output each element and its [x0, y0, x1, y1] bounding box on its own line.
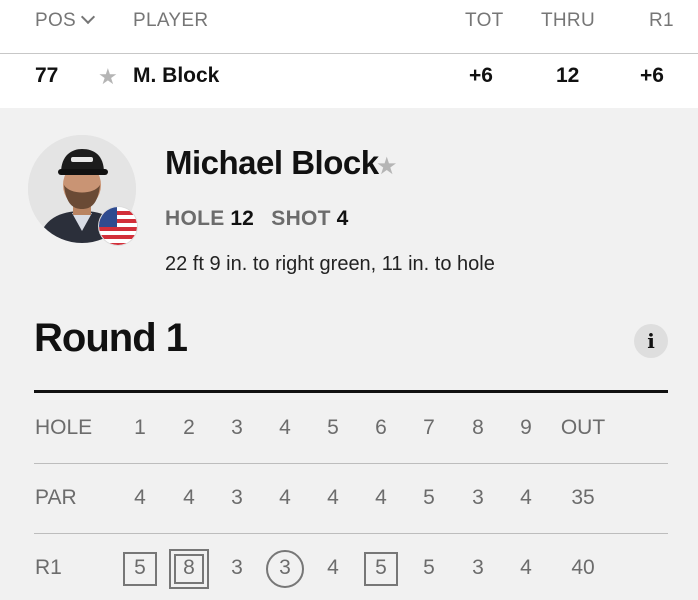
scorecard-cell: 4 [134, 486, 146, 509]
current-hole-shot: HOLE 12 SHOT 4 [165, 207, 348, 231]
scorecard-cell: 8 [472, 416, 484, 439]
scorecard-cell: 3 [231, 486, 243, 509]
pos-column-label: POS [35, 10, 77, 31]
scorecard-cell: 3 [279, 556, 291, 579]
scorecard-cell: OUT [560, 416, 606, 439]
scorecard-row-label: PAR [35, 486, 77, 509]
scorecard-cell: 7 [423, 416, 435, 439]
scorecard-cell: 3 [231, 556, 243, 579]
player-round1: +6 [640, 64, 664, 87]
scorecard-cell: 4 [520, 556, 532, 579]
scorecard-row-label: R1 [35, 556, 62, 579]
scorecard-cell: 5 [327, 416, 339, 439]
scorecard-cell: 5 [134, 556, 146, 579]
scorecard-top-rule [34, 390, 668, 393]
scorecard-cell: 5 [423, 486, 435, 509]
flag-graphic [99, 207, 137, 245]
leaderboard-header: POS PLAYER TOT THRU R1 [0, 0, 698, 54]
player-total: +6 [469, 64, 493, 87]
scorecard-cell: 4 [327, 486, 339, 509]
divider [34, 533, 668, 534]
round-title: Round 1 [34, 316, 188, 360]
scorecard-cell: 4 [375, 486, 387, 509]
scorecard-cell: 4 [279, 416, 291, 439]
thru-column-label: THRU [541, 10, 595, 31]
sort-position-button[interactable]: POS [35, 9, 96, 32]
scorecard-cell: 40 [571, 556, 595, 579]
scorecard-cell: 1 [134, 416, 146, 439]
scorecard-cell: 5 [423, 556, 435, 579]
chevron-down-icon [80, 9, 96, 25]
scorecard-cell: 5 [375, 556, 387, 579]
player-position: 77 [35, 64, 59, 87]
divider [34, 463, 668, 464]
hole-value: 12 [230, 207, 254, 230]
scorecard-cell: 8 [183, 556, 195, 579]
scorecard-cell: 2 [183, 416, 195, 439]
scorecard-cell: 35 [571, 486, 595, 509]
scorecard-cell: 3 [472, 486, 484, 509]
scorecard-cell: 4 [520, 486, 532, 509]
shot-value: 4 [336, 207, 349, 230]
player-thru: 12 [556, 64, 580, 87]
scorecard-cell: 3 [472, 556, 484, 579]
favorite-star-icon[interactable]: ★ [98, 64, 118, 90]
shot-label: SHOT [271, 207, 331, 230]
usa-flag-icon [99, 207, 137, 245]
r1-column-label: R1 [649, 10, 674, 31]
player-name[interactable]: M. Block [133, 64, 219, 88]
scorecard-cell: 9 [520, 416, 532, 439]
info-button[interactable]: i [634, 324, 668, 358]
scorecard-cell: 4 [327, 556, 339, 579]
player-column-label: PLAYER [133, 10, 209, 31]
player-full-name: Michael Block [165, 144, 379, 181]
favorite-star-icon[interactable]: ★ [376, 152, 398, 181]
scorecard-cell: 6 [375, 416, 387, 439]
scorecard-cell: 4 [183, 486, 195, 509]
tot-column-label: TOT [465, 10, 504, 31]
scorecard-row-label: HOLE [35, 416, 93, 439]
scorecard-cell: 4 [279, 486, 291, 509]
scorecard-cell: 3 [231, 416, 243, 439]
player-row[interactable]: 77 ★ M. Block +6 12 +6 [0, 54, 698, 108]
hole-label: HOLE [165, 207, 225, 230]
shot-description: 22 ft 9 in. to right green, 11 in. to ho… [165, 253, 495, 275]
